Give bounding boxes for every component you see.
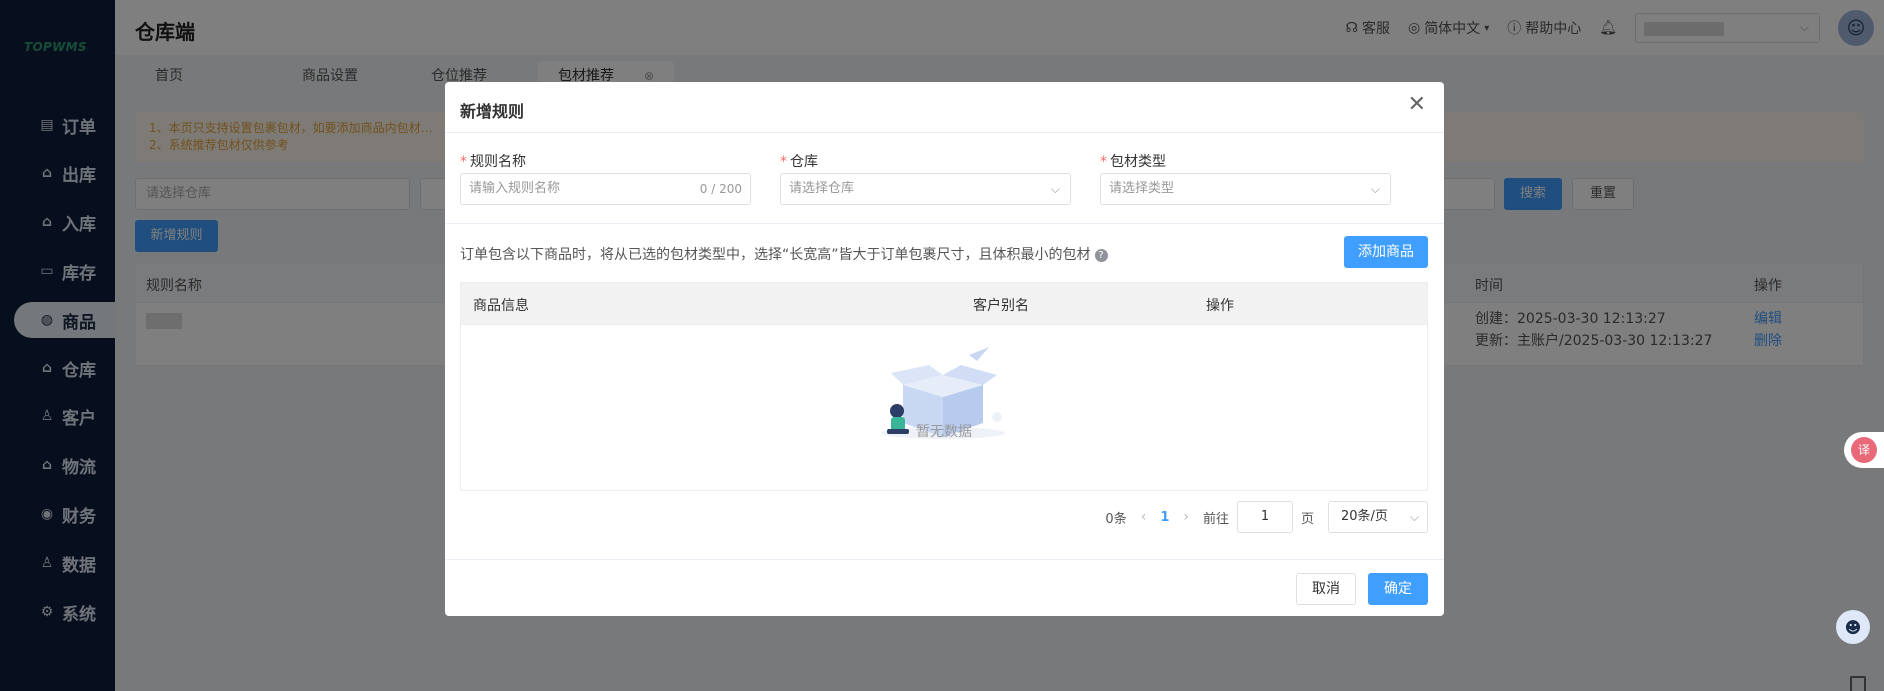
add-rule-dialog: 新增规则 ✕ * 规则名称 请输入规则名称 0 / 200 * 仓库 请选择仓库 ⌵… bbox=[445, 82, 1444, 616]
dialog-title: 新增规则 bbox=[460, 102, 525, 121]
goto-label: 前往 bbox=[1202, 511, 1229, 527]
rule-description: 订单包含以下商品时，将从已选的包材类型中，选择“长宽高”皆大于订单包裹尺寸，且体… bbox=[460, 244, 1108, 264]
char-counter: 0 / 200 bbox=[699, 182, 742, 196]
translate-widget[interactable]: 译 bbox=[1844, 432, 1884, 468]
cancel-button[interactable]: 取消 bbox=[1296, 573, 1356, 605]
pagination: 0条 ‹ 1 › 前往 1 页 20条/页 ⌵ bbox=[1105, 501, 1428, 533]
confirm-button[interactable]: 确定 bbox=[1368, 573, 1428, 605]
add-product-button[interactable]: 添加商品 bbox=[1344, 236, 1428, 268]
divider bbox=[445, 132, 1444, 133]
col-product-info: 商品信息 bbox=[473, 298, 529, 314]
rule-name-label: * 规则名称 bbox=[460, 154, 526, 170]
divider bbox=[445, 223, 1444, 224]
goto-page-input[interactable]: 1 bbox=[1236, 501, 1293, 533]
col-customer-alias: 客户别名 bbox=[973, 298, 1029, 314]
package-type-label: * 包材类型 bbox=[1100, 154, 1166, 170]
warehouse-label: * 仓库 bbox=[780, 154, 818, 170]
page-size-select[interactable]: 20条/页 ⌵ bbox=[1328, 501, 1428, 533]
page-number[interactable]: 1 bbox=[1160, 510, 1169, 525]
rule-name-input[interactable]: 请输入规则名称 0 / 200 bbox=[460, 173, 751, 205]
document-icon[interactable] bbox=[1850, 676, 1866, 691]
assistant-robot-icon[interactable]: ☻ bbox=[1836, 610, 1870, 644]
col-action: 操作 bbox=[1206, 298, 1234, 314]
total-count: 0条 bbox=[1105, 511, 1127, 527]
prev-page-icon[interactable]: ‹ bbox=[1141, 509, 1147, 525]
translate-icon: 译 bbox=[1851, 437, 1877, 463]
package-type-select[interactable]: 请选择类型 ⌵ bbox=[1100, 173, 1391, 205]
product-table: 商品信息 客户别名 操作 暂无数据 bbox=[460, 282, 1428, 491]
chevron-down-icon: ⌵ bbox=[1050, 182, 1060, 196]
chevron-down-icon: ⌵ bbox=[1370, 182, 1380, 196]
empty-state-text: 暂无数据 bbox=[916, 424, 972, 440]
warehouse-select[interactable]: 请选择仓库 ⌵ bbox=[780, 173, 1071, 205]
page-unit-label: 页 bbox=[1300, 511, 1314, 527]
chevron-down-icon: ⌵ bbox=[1409, 510, 1419, 524]
question-icon[interactable]: ? bbox=[1094, 249, 1108, 262]
next-page-icon[interactable]: › bbox=[1183, 509, 1189, 525]
divider bbox=[445, 559, 1444, 560]
close-icon[interactable]: ✕ bbox=[1408, 94, 1426, 116]
